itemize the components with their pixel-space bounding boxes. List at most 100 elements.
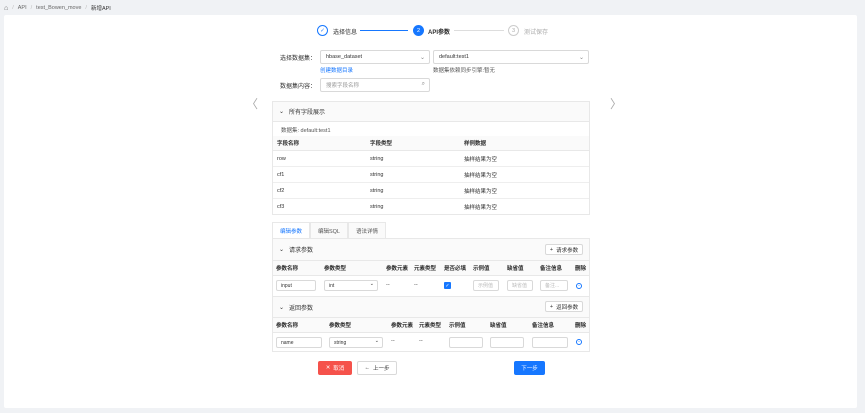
response-param-type-select[interactable]: string ⌄	[329, 337, 383, 348]
sync-engine-hint: 数据集依赖同步引擎:暂无	[433, 68, 496, 74]
breadcrumb-item-api[interactable]: API	[18, 5, 27, 11]
add-response-param-label: 返回参数	[556, 304, 579, 311]
chevron-down-icon: ⌄	[279, 247, 285, 253]
fields-table-header: 字段名称 字段类型 样例数据	[273, 136, 589, 151]
field-name: cf2	[277, 187, 285, 194]
col-param-name: 参数名称	[276, 266, 299, 272]
col-default: 缺省值	[507, 266, 524, 272]
field-type: string	[370, 187, 384, 194]
request-param-type-value: int	[329, 282, 335, 289]
main-card: ✓ 选择信息 2 API参数 3 测试保存 选择数据集： hbase_datas…	[4, 15, 857, 408]
close-icon: ✕	[325, 365, 331, 371]
col-example: 示例值	[449, 323, 466, 329]
request-param-type-select[interactable]: int ⌄	[324, 280, 378, 291]
chevron-down-icon: ⌄	[279, 109, 285, 115]
response-params-header[interactable]: ⌄ 返回参数	[273, 296, 589, 318]
tab-edit-params[interactable]: 编辑参数	[272, 222, 310, 238]
response-table-header: 参数名称 参数类型 参数元素 元素类型 示例值 缺省值 备注信息 删除	[273, 318, 589, 333]
step-3-circle: 3	[508, 25, 519, 36]
fields-panel-header[interactable]: ⌄ 所有字段展示	[273, 102, 589, 122]
col-element-type: 元素类型	[414, 266, 437, 272]
fields-dataset-line: 数据集: default:test1	[281, 128, 331, 134]
field-name: cf1	[277, 171, 285, 178]
dataset-select-value: hbase_dataset	[326, 54, 363, 60]
breadcrumb-separator: /	[12, 5, 14, 11]
add-response-param-button[interactable]: + 返回参数	[545, 301, 583, 312]
table-row: name string ⌄ -- -- −	[273, 333, 589, 352]
table-row: cf3 string 抽样结果为空	[273, 199, 589, 215]
tab-syntax-details[interactable]: 语法详情	[348, 222, 386, 238]
request-params-header[interactable]: ⌄ 请求参数	[273, 239, 589, 261]
response-example-input[interactable]	[449, 337, 483, 348]
chevron-down-icon: ⌄	[419, 55, 425, 61]
request-example-input[interactable]: 示例值	[473, 280, 499, 291]
content-label: 数据集内容：	[279, 84, 316, 90]
dataset-select[interactable]: hbase_dataset ⌄	[320, 50, 430, 64]
delete-icon[interactable]: −	[576, 283, 582, 289]
fields-panel-title: 所有字段展示	[289, 110, 326, 116]
table-select[interactable]: default:test1 ⌄	[433, 50, 589, 64]
cancel-label: 取消	[333, 366, 345, 372]
next-arrow-icon[interactable]: 〉	[610, 95, 622, 112]
arrow-left-icon: ←	[364, 365, 370, 371]
col-param-type: 参数类型	[329, 323, 352, 329]
col-param-name: 参数名称	[276, 323, 299, 329]
search-placeholder: 搜索字段名称	[326, 83, 360, 89]
request-params-title: 请求参数	[289, 248, 314, 254]
col-required: 是否必填	[444, 266, 467, 272]
search-icon: ⌕	[421, 81, 425, 87]
create-catalog-link[interactable]: 创建数据目录	[320, 66, 353, 74]
prev-arrow-icon[interactable]: 〈	[246, 95, 258, 112]
field-sample: 抽样结果为空	[464, 172, 498, 179]
delete-icon[interactable]: −	[576, 339, 582, 345]
col-note: 备注信息	[532, 323, 555, 329]
response-params-title: 返回参数	[289, 305, 314, 312]
field-type: string	[370, 155, 384, 162]
field-sample: 抽样结果为空	[464, 188, 498, 195]
step-2-circle: 2	[413, 25, 424, 36]
prev-step-button[interactable]: ← 上一步	[357, 361, 397, 375]
col-default: 缺省值	[490, 323, 507, 329]
cancel-button[interactable]: ✕ 取消	[318, 361, 352, 375]
breadcrumb-item-current: 新增API	[90, 6, 111, 12]
response-element-type: --	[419, 338, 423, 344]
chevron-down-icon: ⌄	[374, 338, 379, 344]
col-param-type: 参数类型	[324, 266, 347, 272]
add-request-param-button[interactable]: + 请求参数	[545, 244, 583, 255]
chevron-down-icon: ⌄	[369, 281, 374, 287]
request-element-type: --	[414, 282, 418, 288]
col-example: 示例值	[473, 266, 490, 272]
response-param-name-input[interactable]: name	[276, 337, 322, 348]
step-1-label: 选择信息	[333, 30, 358, 36]
response-note-input[interactable]	[532, 337, 568, 348]
field-type: string	[370, 204, 384, 210]
tab-edit-sql[interactable]: 编辑SQL	[310, 222, 348, 238]
request-param-element: --	[386, 282, 390, 288]
response-default-input[interactable]	[490, 337, 524, 348]
plus-icon: +	[549, 303, 554, 310]
required-checkbox[interactable]: ✓	[444, 282, 451, 289]
step-connector-1	[360, 30, 408, 31]
prev-step-label: 上一步	[372, 366, 390, 372]
chevron-down-icon: ⌄	[578, 55, 584, 61]
request-note-input[interactable]: 备注...	[540, 280, 568, 291]
plus-icon: +	[549, 246, 554, 253]
breadcrumb-separator: /	[30, 5, 33, 11]
col-field-name: 字段名称	[277, 141, 300, 147]
step-1-check-icon: ✓	[317, 25, 328, 36]
next-step-button[interactable]: 下一步	[514, 361, 545, 375]
next-step-label: 下一步	[521, 366, 538, 372]
breadcrumb-item-project[interactable]: test_Bowen_move	[36, 5, 81, 11]
field-type: string	[370, 171, 384, 178]
step-3-label: 测试保存	[524, 30, 549, 36]
col-sample-data: 样例数据	[464, 141, 487, 147]
request-table-header: 参数名称 参数类型 参数元素 元素类型 是否必填 示例值 缺省值 备注信息 删除	[273, 261, 589, 276]
field-search-input[interactable]: 搜索字段名称 ⌕	[320, 78, 430, 92]
breadcrumb-separator: /	[85, 5, 87, 11]
home-icon[interactable]: ⌂	[4, 5, 8, 12]
request-param-name-input[interactable]: input	[276, 280, 316, 291]
dataset-label: 选择数据集：	[279, 56, 316, 62]
request-default-input[interactable]: 缺省值	[507, 280, 533, 291]
field-sample: 抽样结果为空	[464, 205, 498, 211]
table-select-value: default:test1	[439, 54, 469, 60]
